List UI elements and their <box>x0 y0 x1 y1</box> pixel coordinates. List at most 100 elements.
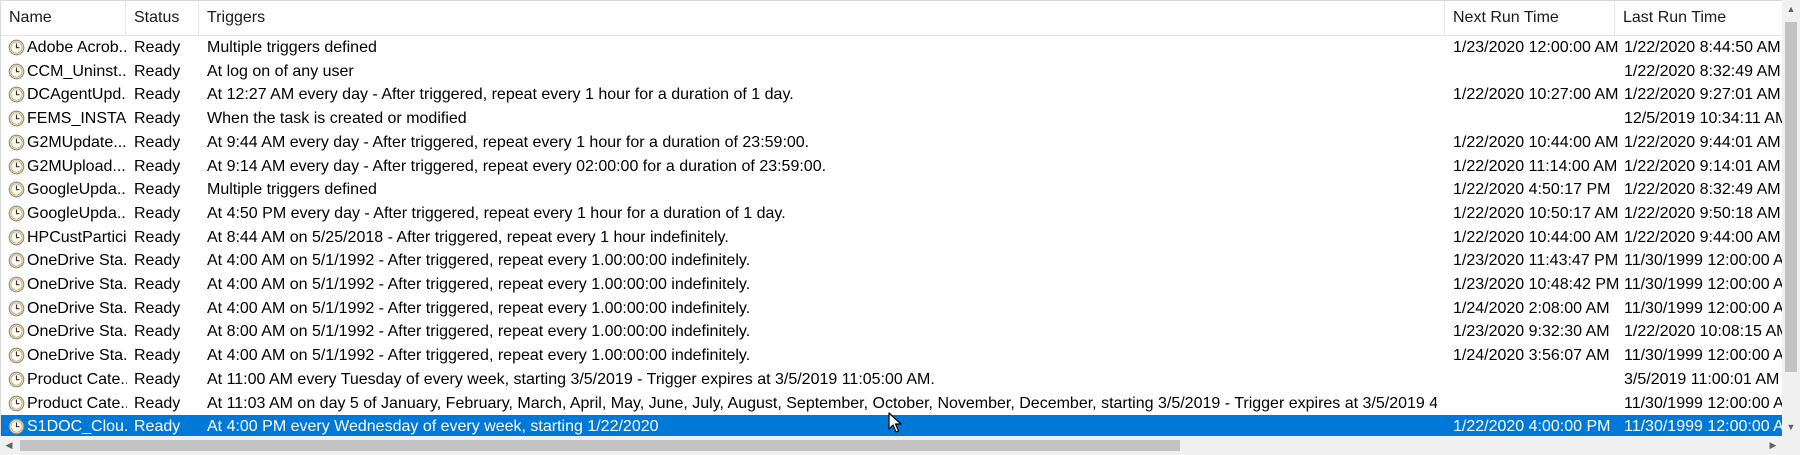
column-header-status[interactable]: Status <box>126 1 199 35</box>
task-name: HPCustPartici... <box>27 228 127 246</box>
column-header-name[interactable]: Name <box>1 1 126 35</box>
task-next-run-time <box>1453 107 1618 131</box>
clock-task-icon <box>8 347 25 364</box>
scroll-right-arrow-icon[interactable]: ▶ <box>1764 436 1782 455</box>
task-name: S1DOC_Clou... <box>27 418 127 436</box>
task-status: Ready <box>134 252 181 270</box>
task-last-run-time: 1/22/2020 10:08:15 AM <box>1624 323 1782 341</box>
table-row[interactable]: G2MUpload... Ready At 9:14 AM every day - … <box>1 155 1782 179</box>
task-triggers: At 11:03 AM on day 5 of January, Februar… <box>207 394 1437 412</box>
clock-task-icon <box>8 418 25 435</box>
clock-task-icon <box>8 395 25 412</box>
task-next-run-time: 1/23/2020 9:32:30 AM <box>1453 323 1610 341</box>
task-last-run-time: 11/30/1999 12:00:00 AM <box>1624 299 1782 317</box>
task-name: Product Cate... <box>27 394 127 412</box>
task-last-run-time: 1/22/2020 8:32:49 AM <box>1624 62 1781 80</box>
task-name: Adobe Acrob... <box>27 39 127 56</box>
task-last-run-time: 3/5/2019 11:00:01 AM <box>1624 370 1780 388</box>
task-next-run-time: 1/22/2020 4:50:17 PM <box>1453 181 1611 199</box>
task-name: DCAgentUpd... <box>27 86 127 104</box>
clock-task-icon <box>8 229 25 246</box>
task-next-run-time: 1/24/2020 2:08:00 AM <box>1453 299 1610 317</box>
clock-task-icon <box>8 86 25 103</box>
column-header-last-run-time[interactable]: Last Run Time <box>1615 1 1782 35</box>
task-last-run-time: 1/22/2020 9:44:00 AM <box>1624 228 1781 246</box>
task-status: Ready <box>134 228 181 246</box>
task-next-run-time: 1/24/2020 3:56:07 AM <box>1453 347 1610 365</box>
table-row[interactable]: CCM_Uninst... Ready At log on of any user 1… <box>1 60 1782 84</box>
task-name: OneDrive Sta... <box>27 276 127 293</box>
task-triggers: At 12:27 AM every day - After triggered,… <box>207 86 794 104</box>
task-last-run-time: 1/22/2020 8:32:49 AM <box>1624 181 1781 199</box>
clock-task-icon <box>8 276 25 293</box>
task-name: OneDrive Sta... <box>27 252 127 270</box>
table-row[interactable]: OneDrive Sta... Ready At 4:00 AM on 5/1/19… <box>1 273 1782 297</box>
vertical-scrollbar[interactable]: ▲ ▼ <box>1782 0 1800 436</box>
task-name: OneDrive Sta... <box>27 323 127 341</box>
task-next-run-time <box>1453 60 1618 84</box>
table-row[interactable]: OneDrive Sta... Ready At 4:00 AM on 5/1/19… <box>1 249 1782 273</box>
task-status: Ready <box>134 299 181 317</box>
table-row[interactable]: G2MUpdate... Ready At 9:44 AM every day - … <box>1 131 1782 155</box>
task-triggers: Multiple triggers defined <box>207 181 377 199</box>
task-status: Ready <box>134 347 181 365</box>
task-triggers: At log on of any user <box>207 62 354 80</box>
task-status: Ready <box>134 370 181 388</box>
column-header-next-run-time[interactable]: Next Run Time <box>1445 1 1615 35</box>
task-last-run-time: 11/30/1999 12:00:00 AM <box>1624 418 1782 436</box>
horizontal-scroll-thumb[interactable] <box>20 440 1180 451</box>
task-status: Ready <box>134 181 181 199</box>
scroll-up-arrow-icon[interactable]: ▲ <box>1782 0 1800 18</box>
scroll-down-arrow-icon[interactable]: ▼ <box>1782 418 1800 436</box>
task-name: OneDrive Sta... <box>27 299 127 317</box>
column-header-triggers[interactable]: Triggers <box>199 1 1445 35</box>
task-status: Ready <box>134 62 181 80</box>
task-next-run-time: 1/23/2020 10:48:42 PM <box>1453 276 1618 293</box>
task-triggers: When the task is created or modified <box>207 110 467 128</box>
task-status: Ready <box>134 276 181 293</box>
task-last-run-time: 1/22/2020 9:14:01 AM <box>1624 157 1781 175</box>
table-row[interactable]: OneDrive Sta... Ready At 4:00 AM on 5/1/19… <box>1 297 1782 321</box>
task-name: G2MUpdate... <box>27 133 127 151</box>
task-last-run-time: 1/22/2020 9:27:01 AM <box>1624 86 1781 104</box>
vertical-scroll-thumb[interactable] <box>1785 22 1797 372</box>
clock-task-icon <box>8 110 25 127</box>
task-status: Ready <box>134 110 181 128</box>
table-row[interactable]: GoogleUpda... Ready At 4:50 PM every day -… <box>1 202 1782 226</box>
table-row[interactable]: GoogleUpda... Ready Multiple triggers defi… <box>1 178 1782 202</box>
task-next-run-time: 1/22/2020 4:00:00 PM <box>1453 418 1611 436</box>
clock-task-icon <box>8 371 25 388</box>
task-triggers: At 4:00 AM on 5/1/1992 - After triggered… <box>207 299 751 317</box>
task-triggers: At 9:14 AM every day - After triggered, … <box>207 157 827 175</box>
task-status: Ready <box>134 157 181 175</box>
horizontal-scrollbar[interactable]: ◀ ▶ <box>0 436 1782 455</box>
task-name: GoogleUpda... <box>27 181 127 199</box>
table-row[interactable]: DCAgentUpd... Ready At 12:27 AM every day … <box>1 83 1782 107</box>
task-list-view[interactable]: Name Status Triggers Next Run Time Last … <box>0 0 1782 436</box>
scrollbar-corner <box>1782 436 1800 455</box>
clock-task-icon <box>8 181 25 198</box>
clock-task-icon <box>8 39 25 56</box>
task-status: Ready <box>134 394 181 412</box>
table-row[interactable]: HPCustPartici... Ready At 8:44 AM on 5/25/… <box>1 226 1782 250</box>
table-row[interactable]: OneDrive Sta... Ready At 4:00 AM on 5/1/19… <box>1 344 1782 368</box>
clock-task-icon <box>8 205 25 222</box>
task-last-run-time: 11/30/1999 12:00:00 AM <box>1624 276 1782 293</box>
scroll-left-arrow-icon[interactable]: ◀ <box>0 436 18 455</box>
clock-task-icon <box>8 300 25 317</box>
task-next-run-time: 1/23/2020 11:43:47 PM <box>1453 252 1618 270</box>
table-row[interactable]: Adobe Acrob... Ready Multiple triggers def… <box>1 36 1782 60</box>
task-last-run-time: 11/30/1999 12:00:00 AM <box>1624 252 1782 270</box>
clock-task-icon <box>8 252 25 269</box>
task-status: Ready <box>134 133 181 151</box>
task-last-run-time: 11/30/1999 12:00:00 AM <box>1624 394 1782 412</box>
task-next-run-time: 1/22/2020 10:27:00 AM <box>1453 86 1618 104</box>
task-triggers: At 8:44 AM on 5/25/2018 - After triggere… <box>207 228 729 246</box>
table-row[interactable]: OneDrive Sta... Ready At 8:00 AM on 5/1/19… <box>1 320 1782 344</box>
table-row[interactable]: FEMS_INSTA... Ready When the task is creat… <box>1 107 1782 131</box>
task-status: Ready <box>134 204 181 222</box>
task-next-run-time <box>1453 392 1618 416</box>
table-row[interactable]: Product Cate... Ready At 11:00 AM every Tu… <box>1 368 1782 392</box>
mouse-pointer-icon <box>888 412 902 433</box>
task-next-run-time: 1/22/2020 10:44:00 AM <box>1453 228 1618 246</box>
